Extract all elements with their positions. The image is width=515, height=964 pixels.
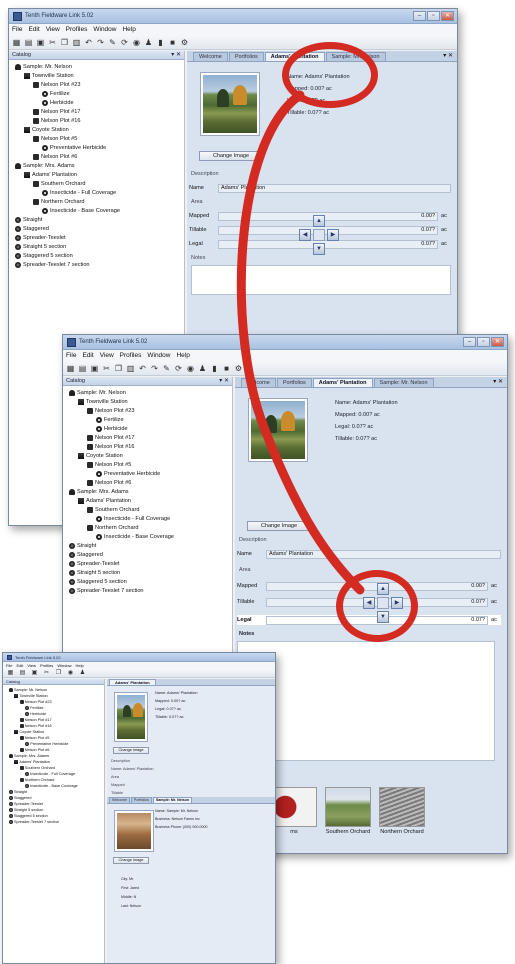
callout-circle-bottom xyxy=(336,570,418,642)
callout-circle-top xyxy=(282,42,378,108)
callout-arc xyxy=(236,90,365,595)
